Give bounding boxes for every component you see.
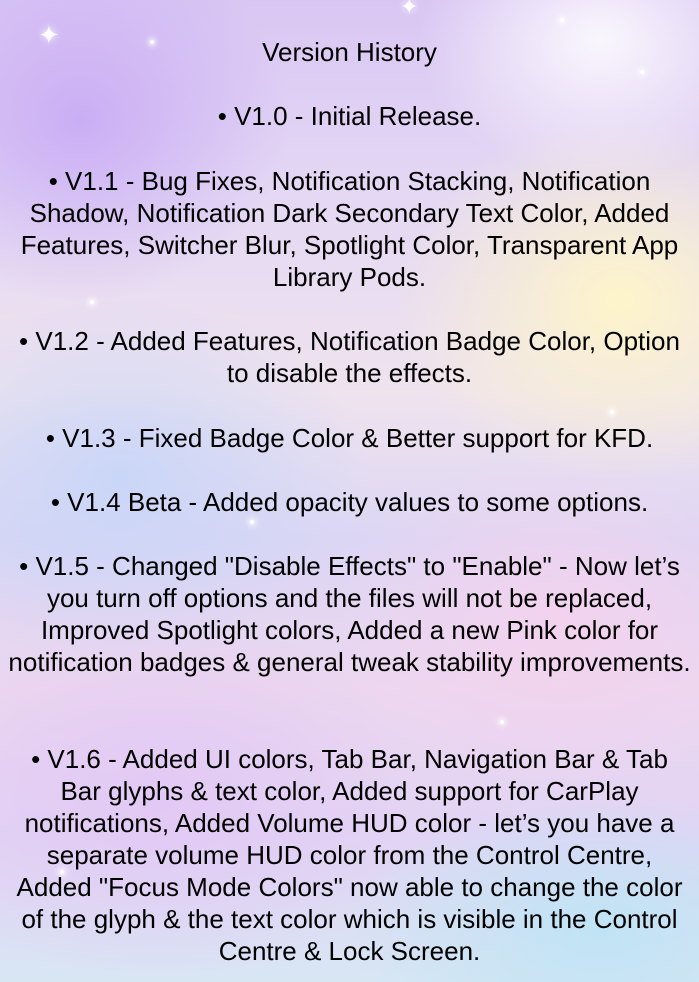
version-entry-v1-5: • V1.5 - Changed "Disable Effects" to "E… <box>8 551 691 677</box>
version-entry-v1-6: • V1.6 - Added UI colors, Tab Bar, Navig… <box>16 744 683 966</box>
sparkle-star-icon: ✦ <box>400 0 419 19</box>
sparkle-dot <box>640 70 644 74</box>
sparkle-dot <box>500 720 504 724</box>
page-title: Version History <box>262 37 437 67</box>
sparkle-dot <box>610 410 614 414</box>
version-entry-v1-3: • V1.3 - Fixed Badge Color & Better supp… <box>45 423 654 453</box>
sparkle-dot <box>90 300 94 304</box>
version-entry-v1-0: • V1.0 - Initial Release. <box>217 101 482 131</box>
sparkle-dot <box>560 18 564 22</box>
sparkle-dot <box>250 520 254 524</box>
version-entry-v1-2: • V1.2 - Added Features, Notification Ba… <box>19 326 680 388</box>
version-entry-v1-4: • V1.4 Beta - Added opacity values to so… <box>50 487 649 517</box>
version-entry-v1-1: • V1.1 - Bug Fixes, Notification Stackin… <box>20 166 679 292</box>
